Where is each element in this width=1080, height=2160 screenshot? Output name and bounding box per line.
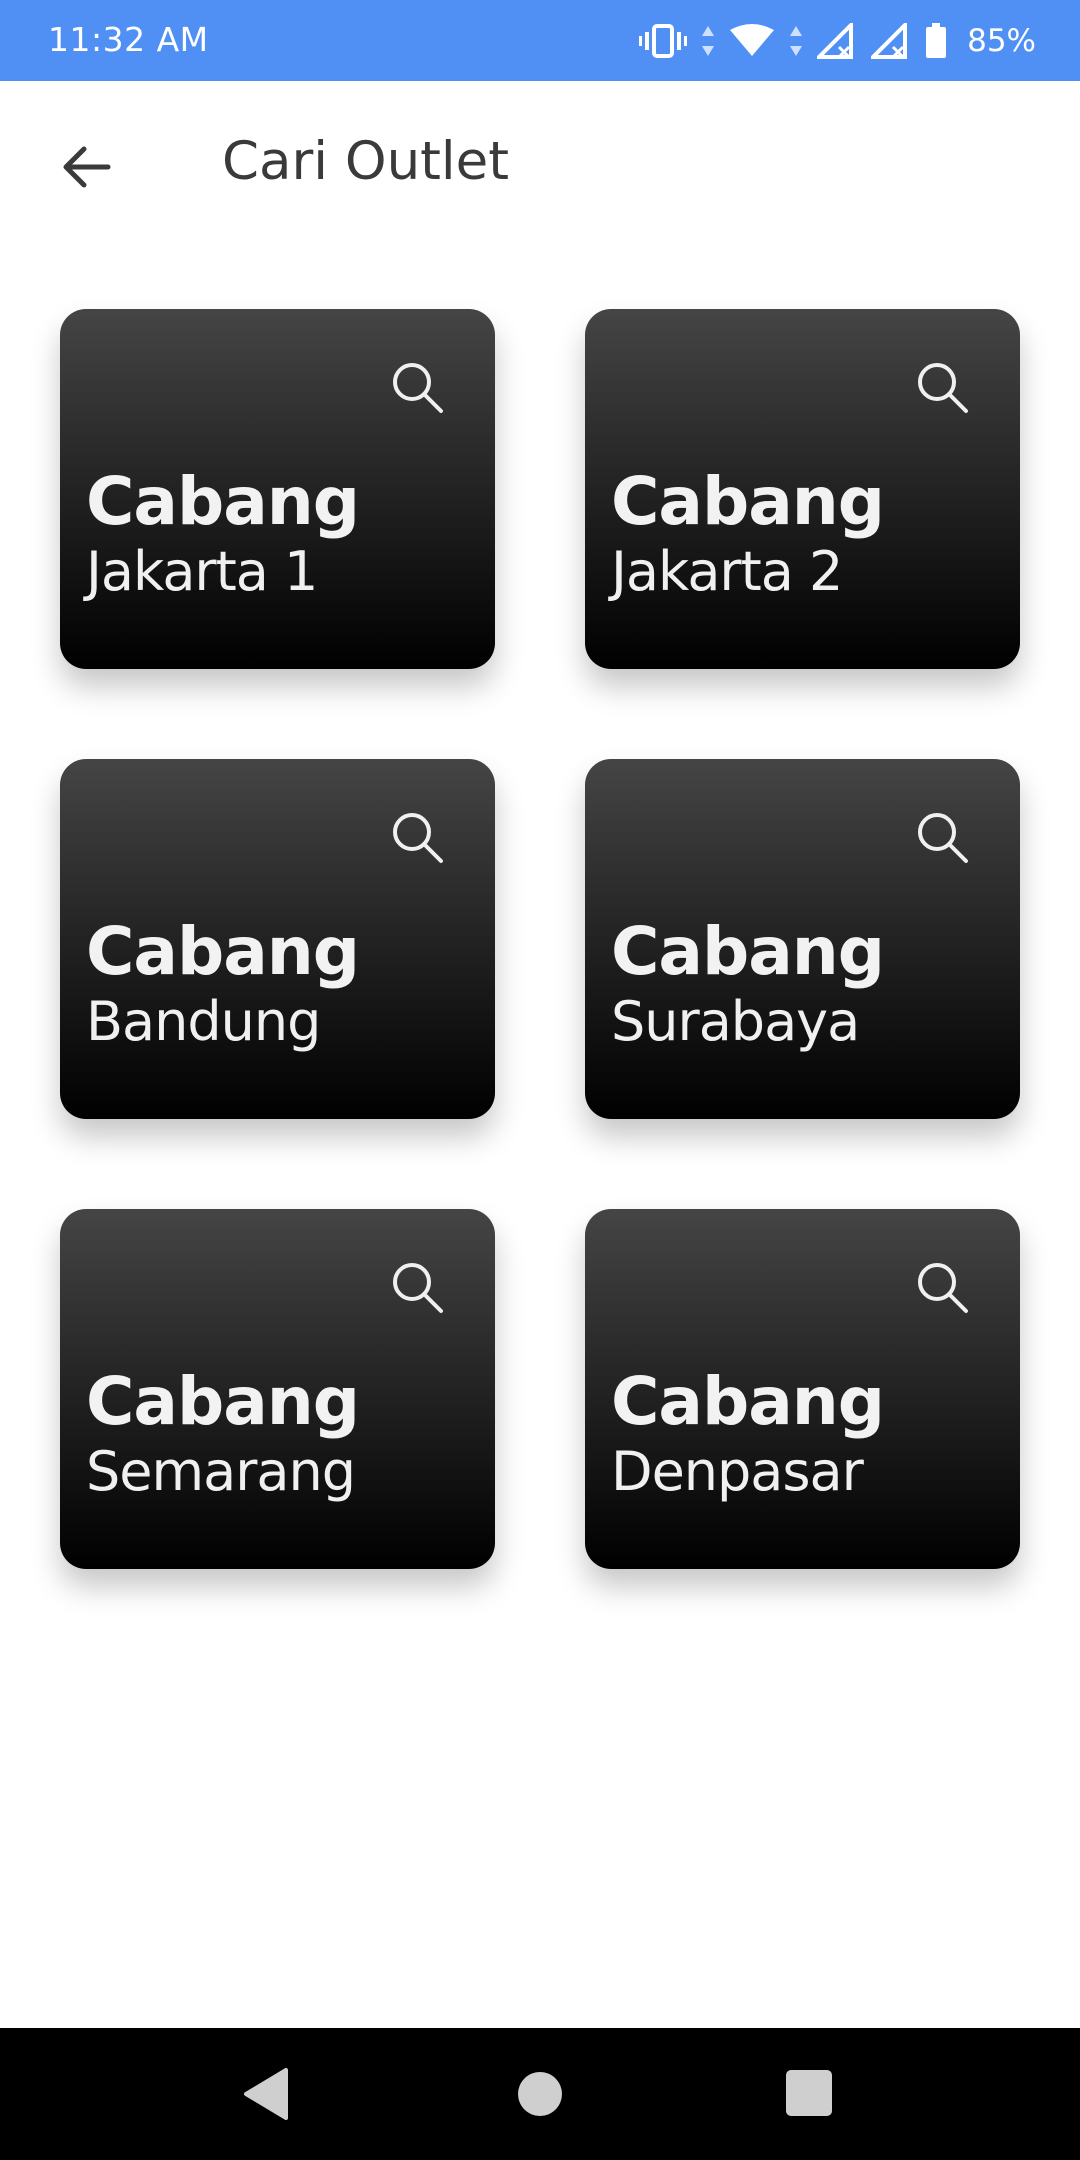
card-title: Cabang [611, 1363, 885, 1440]
card-title: Cabang [86, 1363, 360, 1440]
search-icon [393, 813, 443, 863]
search-icon [918, 363, 968, 413]
outlet-card-semarang[interactable]: Cabang Semarang [60, 1209, 495, 1569]
nav-home-icon [518, 2072, 562, 2116]
search-icon [918, 813, 968, 863]
data-arrows-icon [789, 24, 803, 58]
card-title: Cabang [611, 913, 885, 990]
outlet-grid: Cabang Jakarta 1 Cabang Jakarta 2 Cabang… [60, 309, 1020, 1569]
outlet-card-denpasar[interactable]: Cabang Denpasar [585, 1209, 1020, 1569]
card-subtitle: Jakarta 2 [611, 540, 843, 603]
status-bar: 11:32 AM 85% [0, 0, 1080, 81]
card-title: Cabang [86, 463, 360, 540]
card-subtitle: Surabaya [611, 990, 860, 1053]
signal-icon [817, 23, 857, 59]
outlet-card-surabaya[interactable]: Cabang Surabaya [585, 759, 1020, 1119]
card-subtitle: Semarang [86, 1440, 356, 1503]
data-arrows-icon [701, 24, 715, 58]
nav-back-icon [244, 2068, 288, 2120]
search-icon [918, 1263, 968, 1313]
outlet-card-jakarta-2[interactable]: Cabang Jakarta 2 [585, 309, 1020, 669]
nav-home-button[interactable] [512, 2066, 568, 2122]
status-icons: 85% [639, 16, 1036, 66]
card-subtitle: Bandung [86, 990, 321, 1053]
nav-back-button[interactable] [240, 2066, 296, 2122]
card-title: Cabang [611, 463, 885, 540]
signal-icon [871, 23, 911, 59]
nav-recents-icon [786, 2070, 832, 2116]
outlet-card-bandung[interactable]: Cabang Bandung [60, 759, 495, 1119]
wifi-icon [729, 24, 775, 58]
nav-recents-button[interactable] [782, 2066, 838, 2122]
status-time: 11:32 AM [48, 20, 209, 59]
battery-icon [925, 23, 947, 59]
app-bar: Cari Outlet [0, 81, 1080, 247]
vibrate-icon [639, 24, 688, 58]
card-subtitle: Denpasar [611, 1440, 864, 1503]
battery-percentage: 85% [967, 23, 1036, 59]
card-title: Cabang [86, 913, 360, 990]
outlet-card-jakarta-1[interactable]: Cabang Jakarta 1 [60, 309, 495, 669]
search-icon [393, 363, 443, 413]
search-icon [393, 1263, 443, 1313]
arrow-back-icon [63, 146, 111, 188]
system-nav-bar [0, 2028, 1080, 2160]
back-button[interactable] [44, 125, 128, 209]
card-subtitle: Jakarta 1 [86, 540, 318, 603]
page-title: Cari Outlet [222, 131, 510, 192]
